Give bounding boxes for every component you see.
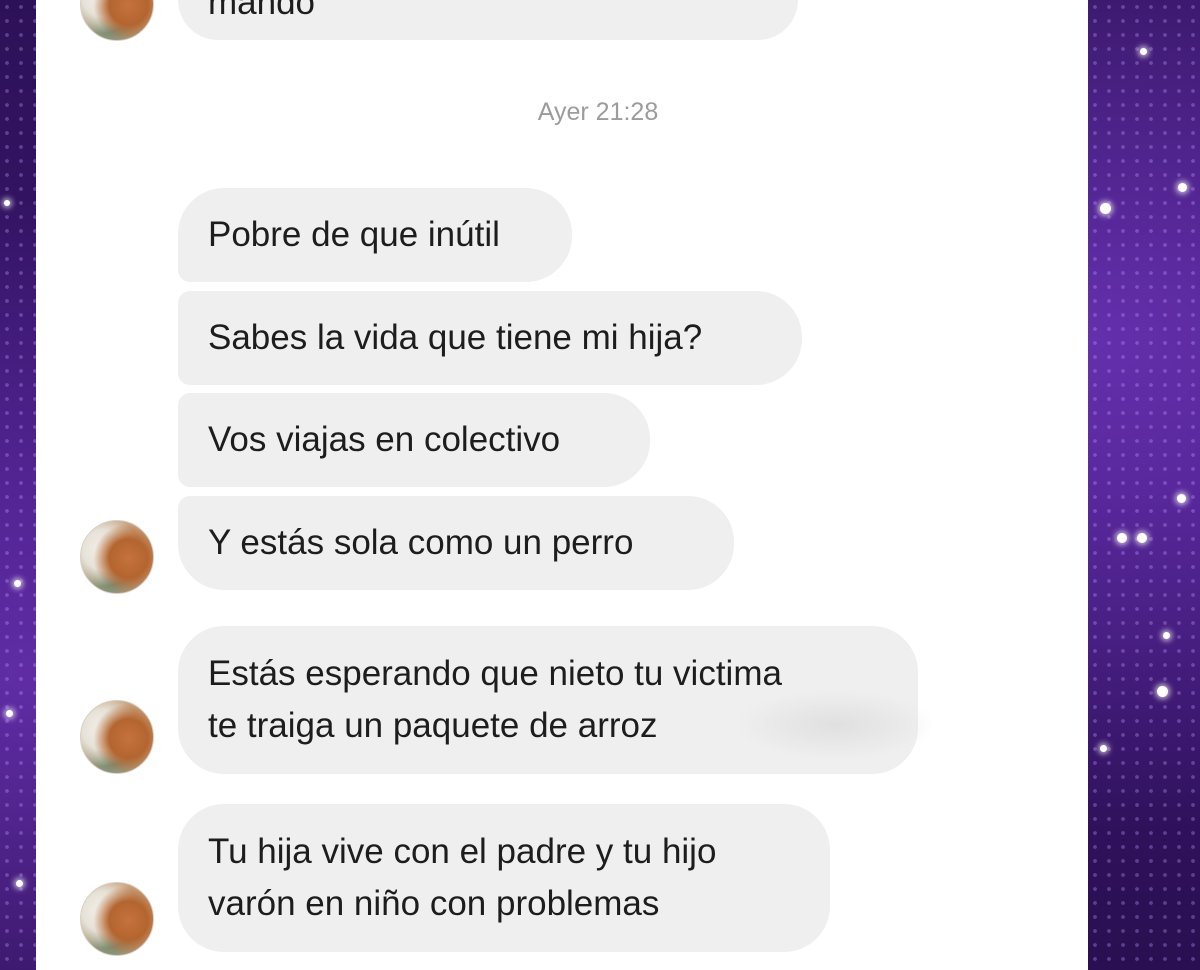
sparkle-icon (1163, 632, 1170, 639)
contact-avatar[interactable] (80, 0, 154, 41)
contact-avatar[interactable] (80, 700, 154, 774)
sparkle-icon (1137, 533, 1147, 543)
message-text: varón en niño con problemas (208, 884, 660, 923)
chat-conversation-panel: mando Ayer 21:28 Pobre de que inútil Sab… (36, 0, 1088, 970)
message-bubble: Y estás sola como un perro (178, 496, 734, 590)
message-text: Y estás sola como un perro (208, 523, 634, 562)
sparkle-icon (4, 200, 10, 206)
message-text: Pobre de que inútil (208, 215, 500, 254)
message-text: mando (208, 0, 316, 22)
message-timestamp: Ayer 21:28 (537, 98, 659, 126)
contact-avatar[interactable] (80, 882, 154, 956)
sparkle-icon (6, 710, 13, 717)
message-bubble: Vos viajas en colectivo (178, 393, 650, 487)
sparkle-icon (1178, 183, 1187, 192)
left-dot-pattern (0, 0, 36, 970)
sparkle-icon (1140, 48, 1147, 55)
message-bubble: Tu hija vive con el padre y tu hijo varó… (178, 804, 830, 952)
contact-avatar[interactable] (80, 520, 154, 594)
message-bubble: Pobre de que inútil (178, 188, 572, 282)
sparkle-icon (1177, 494, 1186, 503)
message-bubble: Sabes la vida que tiene mi hija? (178, 291, 802, 385)
sparkle-icon (1100, 203, 1111, 214)
sparkle-icon (1100, 745, 1107, 752)
message-text: Sabes la vida que tiene mi hija? (208, 318, 703, 357)
sparkle-icon (1157, 686, 1168, 697)
right-dot-pattern (1088, 0, 1200, 970)
blur-overlay (736, 690, 936, 760)
sparkle-icon (14, 580, 21, 587)
sparkle-icon (16, 880, 23, 887)
sparkle-icon (1117, 533, 1127, 543)
message-text: Vos viajas en colectivo (208, 420, 561, 459)
message-text: Tu hija vive con el padre y tu hijo (208, 832, 717, 871)
message-bubble-previous: mando (178, 0, 798, 40)
